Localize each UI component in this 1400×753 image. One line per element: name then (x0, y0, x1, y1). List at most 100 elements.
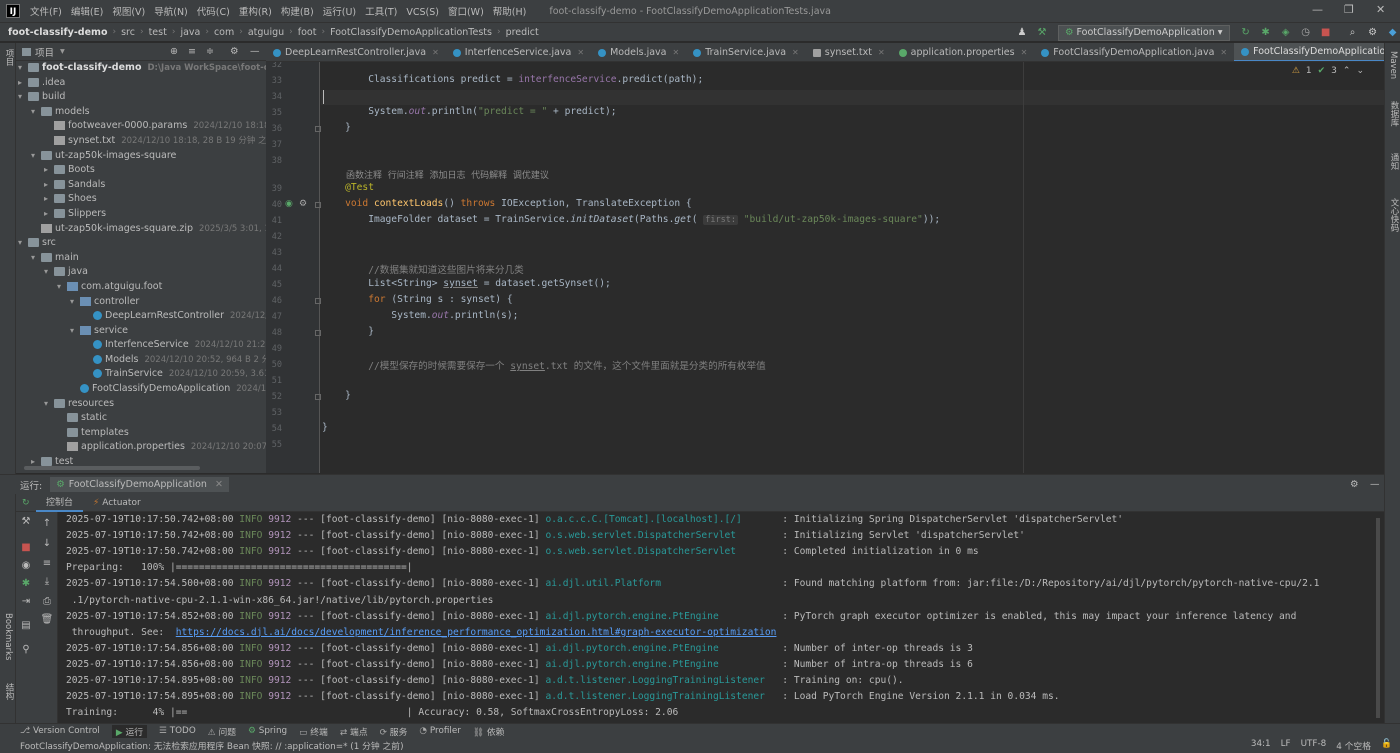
tree-item[interactable]: Models 2024/12/10 20:52, 964 B 2 分钟 之前 (16, 353, 266, 368)
project-view-select[interactable]: 项目 (35, 45, 54, 59)
bottom-tool-button[interactable]: ◔ Profiler (419, 726, 460, 736)
gear-icon[interactable]: ⚙ (230, 46, 239, 57)
bottom-tool-button[interactable]: ☰ TODO (159, 726, 196, 736)
scroll-up-icon[interactable]: ↑ (40, 518, 54, 529)
caret-position[interactable]: 34:1 (1251, 739, 1271, 752)
tree-item[interactable]: application.properties 2024/12/10 20:07, … (16, 440, 266, 455)
console-scrollbar[interactable] (1376, 518, 1380, 718)
bottom-tool-button[interactable]: ▶ 运行 (111, 724, 148, 738)
editor-tab[interactable]: Models.java ✕ (591, 43, 686, 61)
expand-arrow-icon[interactable]: ▸ (44, 178, 54, 193)
breadcrumb-item[interactable]: FootClassifyDemoApplicationTests (330, 27, 492, 38)
next-highlight-icon[interactable]: ⌄ (1356, 66, 1364, 76)
tree-item[interactable]: ▾ src (16, 236, 266, 251)
bookmarks-tool-button[interactable]: Bookmarks (3, 613, 13, 661)
tree-item[interactable]: DeepLearnRestController 2024/12/10 21:02 (16, 309, 266, 324)
tree-item[interactable]: ▾ service (16, 324, 266, 339)
console-output[interactable]: 2025-07-19T10:17:50.742+08:00 INFO 9912 … (58, 512, 1380, 723)
fold-marker-icon[interactable] (315, 330, 321, 336)
stop-icon[interactable]: ■ (1319, 26, 1333, 40)
expand-arrow-icon[interactable]: ▾ (44, 397, 54, 412)
tree-item[interactable]: FootClassifyDemoApplication 2024/12/10 20… (16, 382, 266, 397)
breadcrumb-item[interactable]: com (214, 27, 234, 38)
build-hammer-icon[interactable]: ⚒ (1035, 26, 1049, 40)
expand-arrow-icon[interactable]: ▸ (18, 76, 28, 91)
menu-item[interactable]: VCS(S) (406, 7, 439, 18)
tree-item[interactable]: footweaver-0000.params 2024/12/10 18:18, … (16, 119, 266, 134)
tree-item[interactable]: ▾ build (16, 90, 266, 105)
bottom-tool-button[interactable]: ⇄ 端点 (340, 725, 368, 738)
settings-gear-icon[interactable]: ⚙ (1366, 26, 1380, 40)
close-tab-icon[interactable]: ✕ (577, 48, 584, 57)
file-encoding[interactable]: UTF-8 (1301, 739, 1327, 752)
tree-item[interactable]: static (16, 411, 266, 426)
editor-tab[interactable]: synset.txt ✕ (806, 43, 892, 61)
collapse-all-icon[interactable]: ≑ (206, 46, 214, 57)
tree-item[interactable]: ▾ resources (16, 397, 266, 412)
expand-arrow-icon[interactable]: ▾ (44, 265, 54, 280)
tree-item[interactable]: TrainService 2024/12/10 20:59, 3.61 kB 11… (16, 367, 266, 382)
coverage-icon[interactable]: ◈ (1279, 26, 1293, 40)
close-tab-icon[interactable]: ✕ (878, 48, 885, 57)
breadcrumb-item[interactable]: predict (506, 27, 539, 38)
run-config-select[interactable]: ⚙ FootClassifyDemoApplication ▾ (1058, 25, 1230, 41)
bottom-tool-button[interactable]: ⎇ Version Control (20, 726, 100, 736)
fold-marker-icon[interactable] (315, 126, 321, 132)
bottom-tool-button[interactable]: ⛓ 依赖 (473, 725, 505, 738)
exit-icon[interactable]: ⇥ (19, 596, 33, 607)
rerun-icon[interactable]: ↻ (1239, 26, 1253, 40)
tree-item[interactable]: ▸ Shoes (16, 192, 266, 207)
tree-item[interactable]: ▾ com.atguigu.foot (16, 280, 266, 295)
fold-marker-icon[interactable] (315, 394, 321, 400)
menu-item[interactable]: 帮助(H) (493, 7, 527, 18)
fold-marker-icon[interactable] (315, 202, 321, 208)
prev-highlight-icon[interactable]: ⌃ (1343, 66, 1351, 76)
tree-item[interactable]: templates (16, 426, 266, 441)
status-message[interactable]: FootClassifyDemoApplication: 无法检索应用程序 Be… (20, 739, 404, 752)
expand-all-icon[interactable]: ≡ (188, 46, 196, 57)
spring-gutter-icon[interactable]: ⚙ (299, 199, 307, 209)
menu-item[interactable]: 编辑(E) (71, 7, 103, 18)
project-scrollbar[interactable] (24, 466, 200, 470)
layout-icon[interactable]: ▤ (19, 620, 33, 631)
expand-arrow-icon[interactable]: ▾ (18, 90, 28, 105)
tree-item[interactable]: ut-zap50k-images-square.zip 2025/3/5 3:01… (16, 222, 266, 237)
indent-setting[interactable]: 4 个空格 (1336, 739, 1371, 752)
soft-wrap-icon[interactable]: ≡ (40, 558, 54, 569)
expand-arrow-icon[interactable]: ▾ (31, 105, 41, 120)
profile-icon[interactable]: ◷ (1299, 26, 1313, 40)
print-icon[interactable]: ⎙ (40, 596, 54, 607)
close-tab-icon[interactable]: ✕ (432, 48, 439, 57)
run-test-gutter-icon[interactable]: ◉ (285, 199, 293, 209)
menu-item[interactable]: 代码(C) (197, 7, 230, 18)
trash-icon[interactable]: 🗑 (40, 614, 54, 625)
scroll-down-icon[interactable]: ↓ (40, 538, 54, 549)
breadcrumb-item[interactable]: java (180, 27, 200, 38)
locate-icon[interactable]: ⊕ (170, 46, 178, 57)
lock-icon[interactable]: 🔓 (1381, 739, 1392, 752)
scroll-to-end-icon[interactable]: ⤓ (40, 576, 54, 587)
tree-item[interactable]: ▾ main (16, 251, 266, 266)
wrench-icon[interactable]: ⚒ (19, 516, 33, 527)
editor-tab[interactable]: InterfenceService.java ✕ (446, 43, 591, 61)
menu-item[interactable]: 窗口(W) (448, 7, 484, 18)
notifications-tool-button[interactable]: 通知 (1388, 153, 1400, 170)
tree-item[interactable]: InterfenceService 2024/12/10 21:25, 1.88 … (16, 338, 266, 353)
tree-item[interactable]: ▸ Sandals (16, 178, 266, 193)
minimize-button[interactable]: — (1312, 3, 1323, 16)
menu-item[interactable]: 构建(B) (281, 7, 314, 18)
run-config-tab[interactable]: ⚙ FootClassifyDemoApplication ✕ (50, 477, 229, 492)
bottom-tool-button[interactable]: ⚙ Spring (248, 726, 287, 736)
close-button[interactable]: ✕ (1376, 3, 1385, 16)
breadcrumb-item[interactable]: foot (298, 27, 317, 38)
close-tab-icon[interactable]: ✕ (1220, 48, 1227, 57)
inspection-widget[interactable]: ⚠ 1 ✔ 3 ⌃ ⌄ (1292, 66, 1364, 76)
actuator-tab[interactable]: ⚡ Actuator (83, 494, 151, 512)
bottom-tool-button[interactable]: ▭ 终端 (299, 725, 328, 738)
tree-item[interactable]: ▸ Boots (16, 163, 266, 178)
menu-item[interactable]: 重构(R) (239, 7, 272, 18)
close-tab-icon[interactable]: ✕ (1021, 48, 1028, 57)
maven-tool-button[interactable]: Maven (1388, 51, 1398, 79)
editor-tab[interactable]: FootClassifyDemoApplicationTests.java✕ (1234, 43, 1384, 61)
breadcrumb-item[interactable]: src (121, 27, 135, 38)
